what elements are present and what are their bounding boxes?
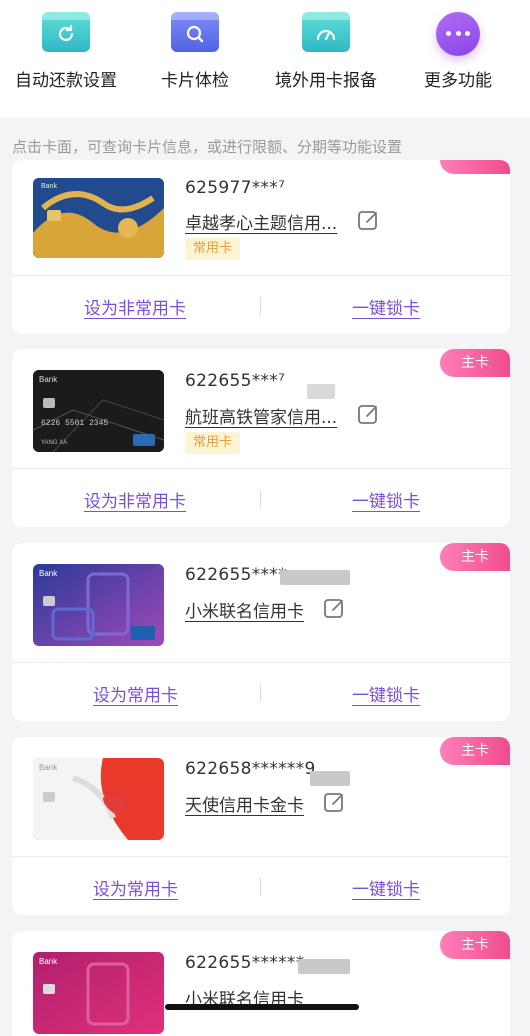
hint-text: 点击卡面，可查询卡片信息，或进行限额、分期等功能设置 — [12, 138, 403, 156]
privacy-mask — [310, 771, 350, 786]
card-name[interactable]: 小米联名信用卡 — [185, 597, 304, 622]
set-non-frequent-link[interactable]: 设为非常用卡 — [84, 487, 186, 512]
action-separator — [260, 297, 261, 315]
action-separator — [260, 878, 261, 896]
card-art-bank-label: Bank — [39, 957, 58, 966]
more-functions-action[interactable]: 更多功能 — [392, 12, 524, 91]
card-check-label: 卡片体检 — [161, 71, 229, 91]
edit-icon[interactable] — [322, 596, 346, 620]
main-card-badge: 主卡 — [440, 543, 510, 571]
card-art-bank-label: Bank — [41, 183, 57, 190]
edit-icon[interactable] — [356, 208, 380, 232]
card-art-image[interactable]: Bank — [33, 564, 164, 646]
card-art-bank-label: Bank — [39, 763, 58, 772]
top-action-bar: 自动还款设置 卡片体检 境外用卡报备 更多功能 — [0, 0, 530, 118]
auto-repay-icon — [42, 12, 90, 52]
svg-text:6226 5501 2345: 6226 5501 2345 — [41, 419, 108, 428]
main-card-badge — [440, 160, 510, 174]
privacy-mask — [298, 959, 350, 974]
card-art-image[interactable]: Bank — [33, 952, 164, 1034]
card-number: 622655**** — [185, 565, 287, 585]
home-indicator — [165, 1004, 359, 1010]
credit-card-item[interactable]: Bank 622655**** 小米联名信用卡 主卡 设为常用卡 一键锁卡 — [12, 543, 510, 721]
lock-card-link[interactable]: 一键锁卡 — [352, 681, 420, 706]
credit-card-item[interactable]: Bank 622655****** 小米联名信用卡 主卡 — [12, 931, 510, 1036]
main-card-badge: 主卡 — [440, 349, 510, 377]
card-number: 622655***⁷ — [185, 371, 286, 391]
card-number: 622655****** — [185, 953, 305, 973]
card-art-image[interactable]: Bank — [33, 178, 164, 258]
set-frequent-link[interactable]: 设为常用卡 — [93, 681, 178, 706]
set-non-frequent-link[interactable]: 设为非常用卡 — [84, 294, 186, 319]
credit-card-item[interactable]: Bank 6226 5501 2345 YANG XA 622655***⁷ 航… — [12, 349, 510, 527]
card-art-bank-label: Bank — [39, 569, 58, 578]
overseas-report-label: 境外用卡报备 — [275, 71, 377, 91]
credit-card-item[interactable]: Bank 625977***⁷ 卓越孝心主题信用... 常用卡 设为非常用卡 一… — [12, 160, 510, 334]
action-separator — [260, 490, 261, 508]
card-number: 625977***⁷ — [185, 178, 286, 198]
card-divider — [12, 275, 510, 276]
card-art-bank-label: Bank — [39, 375, 58, 384]
set-frequent-link[interactable]: 设为常用卡 — [93, 875, 178, 900]
lock-card-link[interactable]: 一键锁卡 — [352, 487, 420, 512]
more-functions-label: 更多功能 — [424, 71, 492, 91]
credit-card-item[interactable]: Bank 622658******9 天使信用卡金卡 主卡 设为常用卡 一键锁卡 — [12, 737, 510, 915]
card-name[interactable]: 卓越孝心主题信用... — [185, 209, 337, 234]
action-separator — [260, 684, 261, 702]
frequent-card-tag: 常用卡 — [185, 238, 241, 260]
card-number: 622658******9 — [185, 759, 316, 779]
card-divider — [12, 468, 510, 469]
main-card-badge: 主卡 — [440, 931, 510, 959]
overseas-gauge-icon — [302, 12, 350, 52]
card-name[interactable]: 航班高铁管家信用... — [185, 403, 337, 428]
privacy-mask — [307, 384, 335, 399]
lock-card-link[interactable]: 一键锁卡 — [352, 875, 420, 900]
card-art-holder: YANG XA — [41, 440, 67, 446]
privacy-mask — [280, 570, 350, 585]
more-dots-icon — [436, 12, 480, 56]
lock-card-link[interactable]: 一键锁卡 — [352, 294, 420, 319]
edit-icon[interactable] — [356, 402, 380, 426]
main-card-badge: 主卡 — [440, 737, 510, 765]
edit-icon[interactable] — [322, 790, 346, 814]
auto-repay-label: 自动还款设置 — [15, 71, 117, 91]
card-art-image[interactable]: Bank — [33, 758, 164, 840]
frequent-card-tag: 常用卡 — [185, 432, 241, 454]
card-art-image[interactable]: Bank 6226 5501 2345 YANG XA — [33, 370, 164, 452]
card-check-action[interactable]: 卡片体检 — [129, 12, 261, 91]
card-name[interactable]: 天使信用卡金卡 — [185, 791, 304, 816]
card-divider — [12, 856, 510, 857]
card-check-icon — [171, 12, 219, 52]
card-divider — [12, 662, 510, 663]
overseas-report-action[interactable]: 境外用卡报备 — [260, 12, 392, 91]
auto-repay-action[interactable]: 自动还款设置 — [0, 12, 132, 91]
